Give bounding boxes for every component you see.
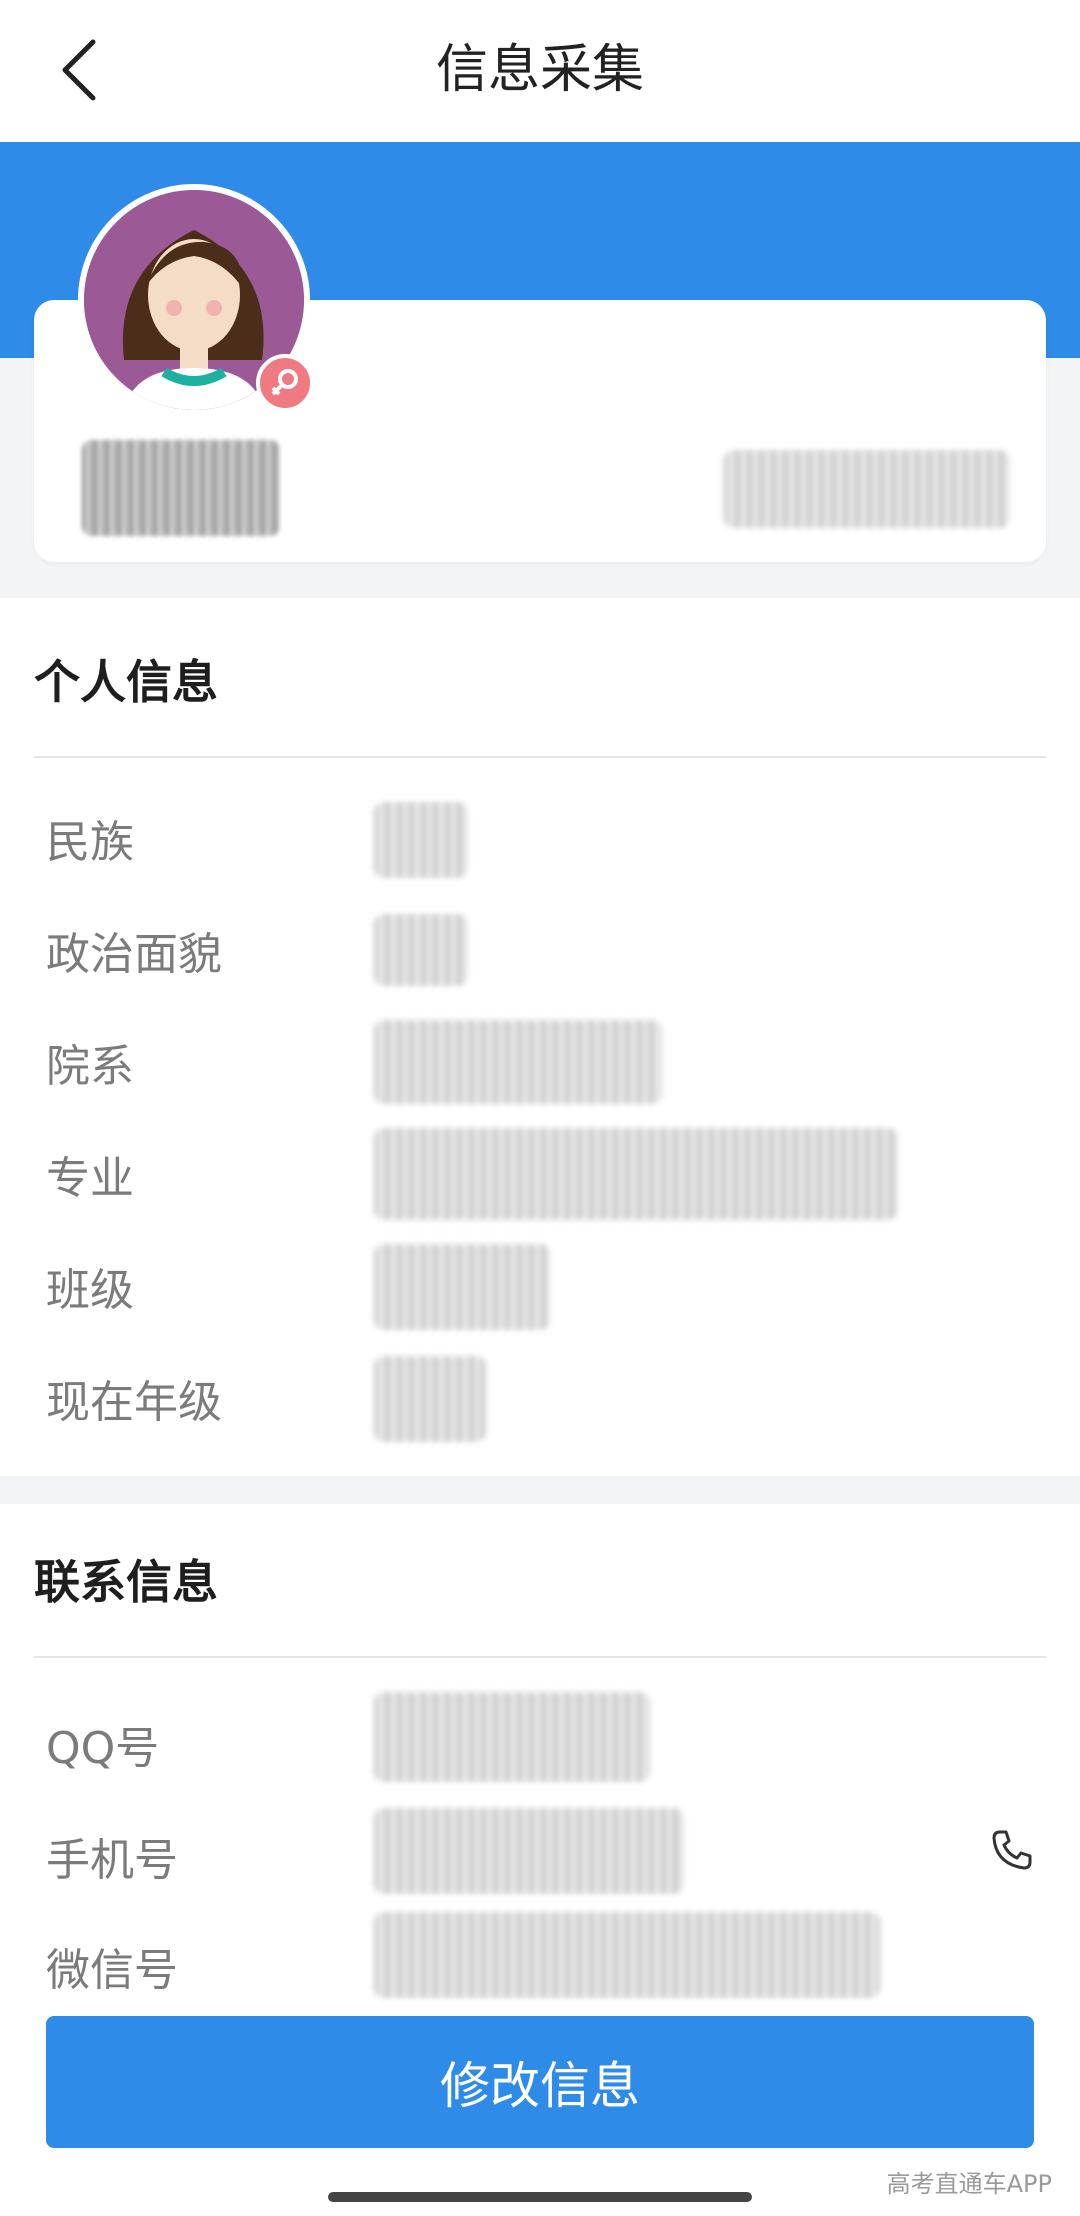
current-grade-value-redacted [374,1356,486,1442]
top-bar: 信息采集 [0,0,1080,142]
major-value-redacted [374,1128,898,1220]
mobile-value-redacted [374,1808,684,1894]
ethnicity-label: 民族 [46,817,134,868]
section-separator [0,1476,1080,1504]
user-id-redacted [724,450,1010,528]
phone-icon[interactable] [990,1828,1034,1872]
current-grade-label: 现在年级 [46,1377,222,1428]
wechat-label: 微信号 [46,1945,178,1996]
political-status-label: 政治面貌 [46,929,222,980]
user-name-redacted [82,440,280,536]
contact-divider [34,1656,1046,1658]
class-value-redacted [374,1244,550,1330]
political-status-value-redacted [374,914,468,986]
page-title: 信息采集 [435,40,644,100]
qq-label: QQ号 [46,1723,160,1774]
ethnicity-value-redacted [374,802,468,878]
gender-badge [256,354,314,412]
modify-info-button[interactable]: 修改信息 [46,2016,1034,2148]
personal-divider [34,756,1046,758]
department-value-redacted [374,1020,662,1104]
watermark: 高考直通车APP [886,2170,1052,2198]
home-indicator [328,2192,752,2202]
major-label: 专业 [46,1153,134,1204]
qq-value-redacted [374,1692,650,1782]
department-label: 院系 [46,1041,134,1092]
mobile-label: 手机号 [46,1835,178,1886]
personal-info-title: 个人信息 [34,655,218,709]
contact-info-title: 联系信息 [34,1555,218,1609]
class-label: 班级 [46,1265,134,1316]
female-icon [271,369,298,396]
wechat-value-redacted [374,1912,880,1998]
